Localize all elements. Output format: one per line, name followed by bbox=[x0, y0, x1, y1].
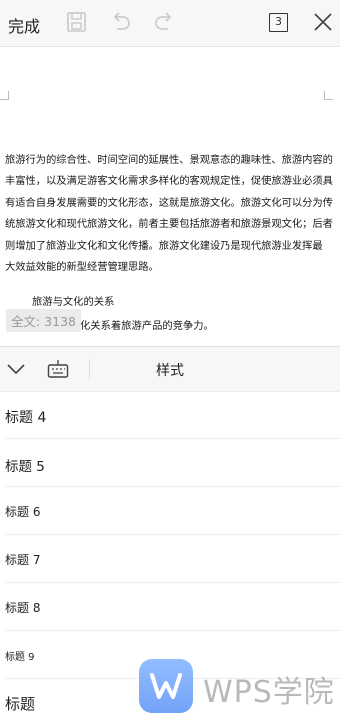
wps-logo-icon bbox=[139, 659, 193, 713]
undo-icon[interactable] bbox=[110, 11, 132, 37]
done-button[interactable]: 完成 bbox=[8, 13, 40, 37]
document-heading-line: 旅游与文化的关系 bbox=[32, 296, 115, 308]
word-count-badge: 全文: 3138 bbox=[6, 309, 81, 332]
style-item-heading-6[interactable]: 标题 6 bbox=[5, 486, 340, 535]
style-panel-header: 样式 bbox=[0, 346, 340, 392]
close-icon[interactable] bbox=[313, 12, 333, 36]
wps-watermark: WPS学院 bbox=[139, 659, 340, 713]
style-label: 标题 bbox=[5, 695, 36, 713]
margin-corner-right bbox=[324, 91, 333, 100]
style-label: 标题 9 bbox=[5, 652, 35, 663]
save-icon[interactable] bbox=[67, 11, 87, 37]
style-label: 标题 4 bbox=[5, 410, 47, 426]
watermark-text: WPS学院 bbox=[203, 675, 335, 710]
document-text-line: 化关系着旅游产品的竞争力。 bbox=[80, 320, 214, 332]
style-label: 标题 8 bbox=[5, 601, 41, 615]
style-label: 标题 7 bbox=[5, 553, 41, 567]
top-toolbar: 完成 3 bbox=[0, 0, 340, 47]
panel-title: 样式 bbox=[156, 363, 184, 379]
style-item-heading-7[interactable]: 标题 7 bbox=[5, 534, 340, 583]
style-label: 标题 5 bbox=[5, 459, 45, 475]
style-item-heading-4[interactable]: 标题 4 bbox=[5, 390, 340, 439]
style-item-heading-8[interactable]: 标题 8 bbox=[5, 582, 340, 631]
style-item-heading-5[interactable]: 标题 5 bbox=[5, 438, 340, 487]
document-paragraph: 旅游行为的综合性、时间空间的延展性、景观意态的趣味性、旅游内容的丰富性，以及满足… bbox=[5, 154, 333, 274]
margin-corner-left bbox=[0, 91, 9, 100]
document-area[interactable]: 旅游行为的综合性、时间空间的延展性、景观意态的趣味性、旅游内容的丰富性，以及满足… bbox=[0, 47, 340, 345]
page-count-button[interactable]: 3 bbox=[269, 13, 288, 32]
style-label: 标题 6 bbox=[5, 505, 41, 519]
redo-icon[interactable] bbox=[153, 11, 175, 37]
